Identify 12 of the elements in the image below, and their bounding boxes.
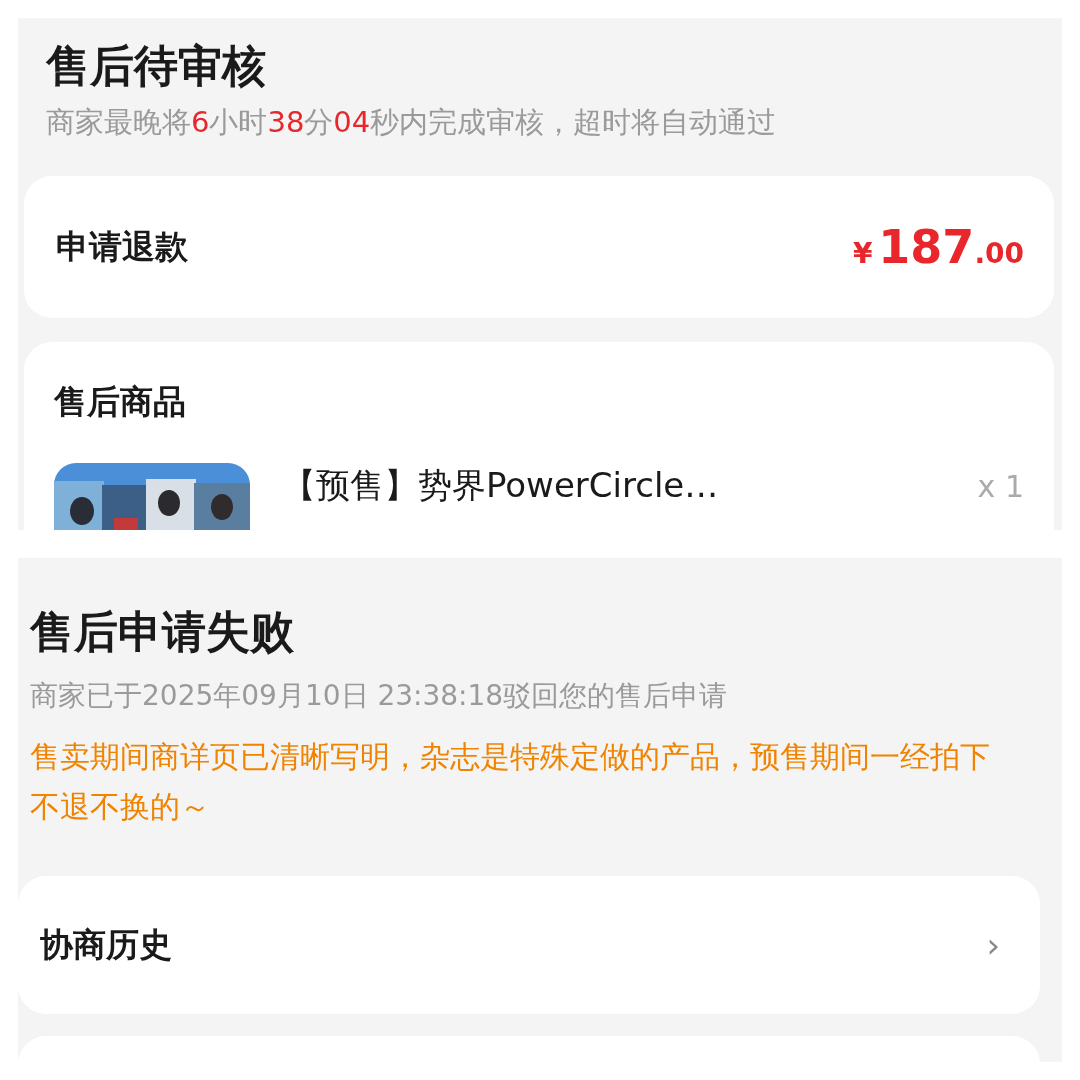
refund-label: 申请退款 (56, 225, 188, 268)
status-title: 售后待审核 (44, 39, 267, 93)
status-subtitle: 商家已于2025年09月10日 23:38:18驳回您的售后申请 (29, 678, 729, 714)
goods-title: 售后商品 (54, 381, 187, 423)
status-subtitle: 商家最晚将6小时38分04秒内完成审核，超时将自动通过 (45, 104, 778, 141)
refund-amount: ¥187.00 (852, 220, 1024, 274)
chevron-icon: › (986, 925, 1000, 965)
rejection-reason: 售卖期间商详页已清晰写明，杂志是特殊定做的产品，预售期间一经拍下不退不换的～ (29, 738, 991, 826)
product-quantity: x 1 (977, 468, 1024, 504)
status-title: 售后申请失败 (28, 605, 295, 659)
product-name[interactable]: 【预售】势界PowerCircle… (282, 463, 978, 509)
history-row[interactable]: 协商历史 › (18, 876, 1040, 1014)
